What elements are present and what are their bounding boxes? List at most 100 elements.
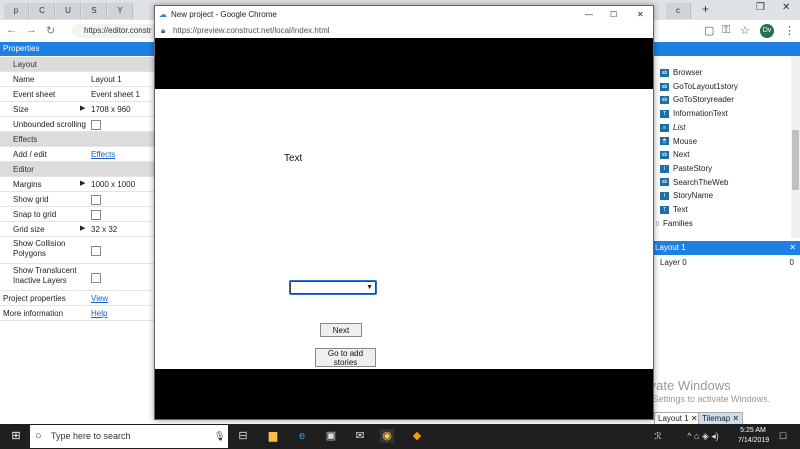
property-row[interactable]: Project properties View (0, 291, 156, 306)
preview-title-bar: ☁ New project - Google Chrome — ☐ ✕ (155, 6, 653, 24)
object-item[interactable]: T InformationText (660, 107, 728, 120)
chrome-icon[interactable]: ◉ (380, 429, 394, 443)
property-value[interactable]: 1708 x 960 (91, 105, 131, 114)
object-icon: I (660, 192, 669, 201)
add-stories-button[interactable]: Go to add stories (315, 348, 376, 367)
minimize-icon[interactable]: — (585, 6, 593, 24)
story-dropdown[interactable]: ▼ (290, 281, 376, 294)
object-item[interactable]: 🖱︎ Mouse (660, 135, 697, 148)
object-icon: T (660, 205, 669, 214)
background-tab[interactable]: U (56, 3, 81, 19)
object-item[interactable]: ab Next (660, 148, 689, 161)
object-item[interactable]: ▯ Families (656, 217, 693, 230)
layer-name: Layer 0 (660, 258, 687, 267)
background-tab[interactable]: Y (108, 3, 133, 19)
expand-icon[interactable]: ▶ (80, 224, 85, 232)
object-item[interactable]: ab Browser (660, 66, 702, 79)
background-tab[interactable]: c (666, 3, 691, 19)
property-link[interactable]: Effects (91, 150, 115, 159)
preview-url[interactable]: https://preview.construct.net/local/inde… (173, 24, 330, 38)
object-item[interactable]: I PasteStory (660, 162, 712, 175)
maximize-icon[interactable]: ❐ (756, 2, 765, 13)
property-row[interactable]: Name Layout 1 (0, 72, 156, 87)
letterbox-bottom (155, 369, 653, 419)
object-icon: I (660, 164, 669, 173)
background-tab[interactable]: C (30, 3, 55, 19)
forward-icon[interactable]: → (26, 24, 37, 36)
notification-icon[interactable]: ☐ (776, 429, 790, 443)
edge-icon[interactable]: e (295, 429, 309, 443)
object-label: GoToLayout1story (673, 81, 738, 91)
store-icon[interactable]: ▣ (324, 429, 338, 443)
properties-header: Properties (0, 42, 156, 56)
taskbar-search[interactable]: ○ Type here to search 🎙︎ (30, 425, 228, 448)
tray-icons[interactable]: ^ ⌂ ◈ ◂) (678, 429, 728, 443)
property-section: Editor (0, 162, 156, 177)
property-row[interactable]: Unbounded scrolling (0, 117, 156, 132)
star-icon[interactable]: ☆ (740, 24, 750, 37)
scroll-thumb[interactable] (792, 130, 799, 190)
people-icon[interactable]: ℛ (652, 429, 664, 443)
property-row[interactable]: More information Help (0, 306, 156, 321)
close-icon[interactable]: ✕ (789, 241, 796, 255)
property-checkbox[interactable] (91, 210, 101, 220)
close-icon[interactable]: ✕ (637, 6, 644, 24)
window-icon[interactable]: ▢ (704, 24, 714, 37)
object-item[interactable]: ab SearchTheWeb (660, 176, 728, 189)
avatar[interactable]: Dv (760, 24, 774, 38)
property-checkbox[interactable] (91, 120, 101, 130)
property-value[interactable]: 32 x 32 (91, 225, 117, 234)
object-item[interactable]: T Text (660, 203, 688, 216)
property-label: Show grid (13, 195, 49, 204)
property-value[interactable]: Layout 1 (91, 75, 122, 84)
background-tab[interactable]: p (4, 3, 29, 19)
maximize-icon[interactable]: ☐ (610, 6, 617, 24)
layer-row[interactable]: Layer 0 0 (652, 256, 800, 270)
reload-icon[interactable]: ↻ (46, 24, 55, 37)
object-item[interactable]: ≡ List (660, 121, 685, 134)
property-value[interactable]: 1000 x 1000 (91, 180, 135, 189)
clock[interactable]: 5:25 AM 7/14/2019 (738, 426, 769, 446)
property-row[interactable]: Margins ▶ 1000 x 1000 (0, 177, 156, 192)
property-row[interactable]: Grid size ▶ 32 x 32 (0, 222, 156, 237)
background-tab[interactable]: S (82, 3, 107, 19)
property-row[interactable]: Add / edit Effects (0, 147, 156, 162)
expand-icon[interactable]: ▶ (80, 179, 85, 187)
property-row[interactable]: Show Collision Polygons (0, 237, 156, 264)
property-row[interactable]: Size ▶ 1708 x 960 (0, 102, 156, 117)
property-link[interactable]: View (91, 294, 108, 303)
windows-start-icon[interactable]: ⊞ (9, 429, 23, 443)
object-label: Next (673, 150, 690, 160)
task-view-icon[interactable]: ⊟ (236, 429, 250, 443)
new-tab-icon[interactable]: + (702, 2, 709, 16)
back-icon[interactable]: ← (6, 24, 17, 36)
tab-label: Layout 1 (658, 414, 689, 423)
property-value[interactable]: Event sheet 1 (91, 90, 140, 99)
object-item[interactable]: I StoryName (660, 189, 713, 202)
file-explorer-icon[interactable]: ▆ (266, 429, 280, 443)
property-label: Margins (13, 180, 42, 189)
object-item[interactable]: ab GoToStoryreader (660, 93, 734, 106)
microphone-icon[interactable]: 🎙︎ (214, 425, 225, 448)
menu-icon[interactable]: ⋮ (784, 24, 795, 37)
background-url[interactable]: https://editor.constr (72, 24, 162, 38)
expand-icon[interactable]: ▶ (80, 104, 85, 112)
object-label: PasteStory (673, 163, 713, 173)
property-row[interactable]: Event sheet Event sheet 1 (0, 87, 156, 102)
construct-icon[interactable]: ◆ (410, 429, 424, 443)
key-icon[interactable]: ⚿ (722, 24, 730, 37)
property-checkbox[interactable] (91, 246, 101, 256)
property-section: Layout (0, 57, 156, 72)
property-row[interactable]: Show grid (0, 192, 156, 207)
mail-icon[interactable]: ✉ (353, 429, 367, 443)
lock-icon: 🔒︎ (161, 26, 166, 35)
property-checkbox[interactable] (91, 273, 101, 283)
close-icon[interactable]: ✕ (782, 2, 790, 13)
property-label: Project properties (3, 294, 66, 303)
property-row[interactable]: Show Translucent Inactive Layers (0, 264, 156, 291)
next-button[interactable]: Next (320, 323, 362, 337)
property-checkbox[interactable] (91, 195, 101, 205)
property-link[interactable]: Help (91, 309, 107, 318)
property-row[interactable]: Snap to grid (0, 207, 156, 222)
object-item[interactable]: ab GoToLayout1story (660, 80, 738, 93)
